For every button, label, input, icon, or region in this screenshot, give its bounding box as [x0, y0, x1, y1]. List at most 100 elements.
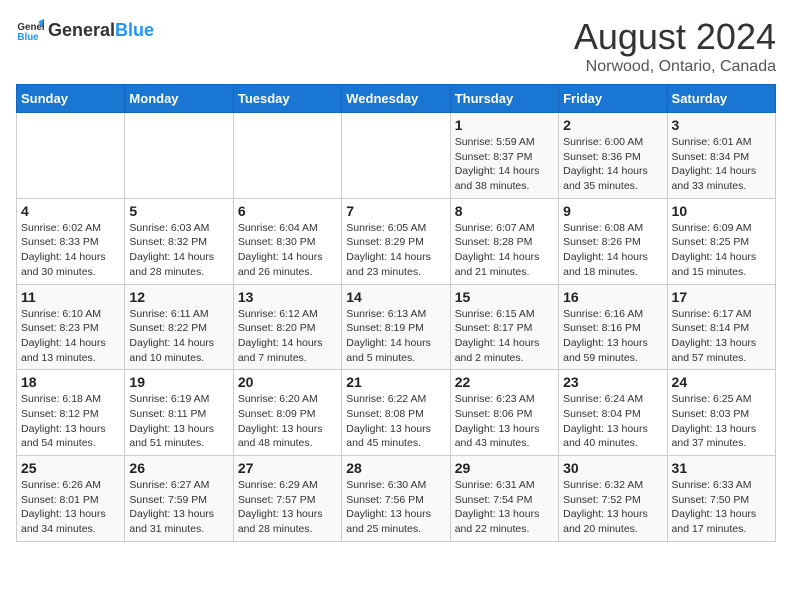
- day-info: Sunrise: 6:17 AM Sunset: 8:14 PM Dayligh…: [672, 307, 771, 366]
- day-info: Sunrise: 6:01 AM Sunset: 8:34 PM Dayligh…: [672, 135, 771, 194]
- day-number: 16: [563, 289, 662, 305]
- calendar-cell: 11 Sunrise: 6:10 AM Sunset: 8:23 PM Dayli…: [17, 284, 125, 370]
- day-info: Sunrise: 6:25 AM Sunset: 8:03 PM Dayligh…: [672, 392, 771, 451]
- day-info: Sunrise: 5:59 AM Sunset: 8:37 PM Dayligh…: [455, 135, 554, 194]
- day-info: Sunrise: 6:00 AM Sunset: 8:36 PM Dayligh…: [563, 135, 662, 194]
- header-day-tuesday: Tuesday: [233, 85, 341, 113]
- calendar-cell: 17 Sunrise: 6:17 AM Sunset: 8:14 PM Dayli…: [667, 284, 775, 370]
- calendar-cell: 22 Sunrise: 6:23 AM Sunset: 8:06 PM Dayli…: [450, 370, 558, 456]
- calendar-cell: 3Sunrise: 6:01 AM Sunset: 8:34 PM Daylig…: [667, 113, 775, 199]
- day-number: 19: [129, 374, 228, 390]
- day-info: Sunrise: 6:32 AM Sunset: 7:52 PM Dayligh…: [563, 478, 662, 537]
- title-area: August 2024 Norwood, Ontario, Canada: [574, 16, 776, 76]
- calendar-cell: 18Sunrise: 6:18 AM Sunset: 8:12 PM Dayli…: [17, 370, 125, 456]
- day-info: Sunrise: 6:02 AM Sunset: 8:33 PM Dayligh…: [21, 221, 120, 280]
- calendar-cell: 26 Sunrise: 6:27 AM Sunset: 7:59 PM Dayli…: [125, 456, 233, 542]
- day-number: 12: [129, 289, 228, 305]
- calendar-cell: 28Sunrise: 6:30 AM Sunset: 7:56 PM Dayli…: [342, 456, 450, 542]
- day-info: Sunrise: 6:27 AM Sunset: 7:59 PM Dayligh…: [129, 478, 228, 537]
- day-number: 21: [346, 374, 445, 390]
- calendar-cell: 13Sunrise: 6:12 AM Sunset: 8:20 PM Dayli…: [233, 284, 341, 370]
- calendar-cell: 6Sunrise: 6:04 AM Sunset: 8:30 PM Daylig…: [233, 198, 341, 284]
- day-info: Sunrise: 6:03 AM Sunset: 8:32 PM Dayligh…: [129, 221, 228, 280]
- logo-general-text: General: [48, 20, 115, 41]
- calendar-cell: 29Sunrise: 6:31 AM Sunset: 7:54 PM Dayli…: [450, 456, 558, 542]
- day-number: 10: [672, 203, 771, 219]
- calendar-cell: 16Sunrise: 6:16 AM Sunset: 8:16 PM Dayli…: [559, 284, 667, 370]
- week-row-3: 11 Sunrise: 6:10 AM Sunset: 8:23 PM Dayli…: [17, 284, 776, 370]
- logo-blue-text: Blue: [115, 20, 154, 41]
- calendar-cell: 12 Sunrise: 6:11 AM Sunset: 8:22 PM Dayli…: [125, 284, 233, 370]
- day-number: 24: [672, 374, 771, 390]
- day-number: 17: [672, 289, 771, 305]
- calendar-header: SundayMondayTuesdayWednesdayThursdayFrid…: [17, 85, 776, 113]
- day-number: 27: [238, 460, 337, 476]
- calendar-cell: 23Sunrise: 6:24 AM Sunset: 8:04 PM Dayli…: [559, 370, 667, 456]
- calendar-cell: 31 Sunrise: 6:33 AM Sunset: 7:50 PM Dayli…: [667, 456, 775, 542]
- header-row: SundayMondayTuesdayWednesdayThursdayFrid…: [17, 85, 776, 113]
- day-info: Sunrise: 6:08 AM Sunset: 8:26 PM Dayligh…: [563, 221, 662, 280]
- calendar-cell: [342, 113, 450, 199]
- logo: General Blue GeneralBlue: [16, 16, 154, 44]
- day-info: Sunrise: 6:18 AM Sunset: 8:12 PM Dayligh…: [21, 392, 120, 451]
- day-info: Sunrise: 6:33 AM Sunset: 7:50 PM Dayligh…: [672, 478, 771, 537]
- logo-icon: General Blue: [16, 16, 44, 44]
- day-number: 4: [21, 203, 120, 219]
- day-number: 15: [455, 289, 554, 305]
- calendar-cell: 8Sunrise: 6:07 AM Sunset: 8:28 PM Daylig…: [450, 198, 558, 284]
- week-row-2: 4 Sunrise: 6:02 AM Sunset: 8:33 PM Daylig…: [17, 198, 776, 284]
- day-number: 14: [346, 289, 445, 305]
- day-number: 20: [238, 374, 337, 390]
- week-row-4: 18Sunrise: 6:18 AM Sunset: 8:12 PM Dayli…: [17, 370, 776, 456]
- day-info: Sunrise: 6:09 AM Sunset: 8:25 PM Dayligh…: [672, 221, 771, 280]
- header-day-wednesday: Wednesday: [342, 85, 450, 113]
- day-info: Sunrise: 6:22 AM Sunset: 8:08 PM Dayligh…: [346, 392, 445, 451]
- calendar-table: SundayMondayTuesdayWednesdayThursdayFrid…: [16, 84, 776, 542]
- calendar-cell: 10 Sunrise: 6:09 AM Sunset: 8:25 PM Dayli…: [667, 198, 775, 284]
- calendar-cell: 27 Sunrise: 6:29 AM Sunset: 7:57 PM Dayli…: [233, 456, 341, 542]
- calendar-cell: 7 Sunrise: 6:05 AM Sunset: 8:29 PM Daylig…: [342, 198, 450, 284]
- page-subtitle: Norwood, Ontario, Canada: [574, 58, 776, 76]
- week-row-1: 1 Sunrise: 5:59 AM Sunset: 8:37 PM Daylig…: [17, 113, 776, 199]
- calendar-cell: 9Sunrise: 6:08 AM Sunset: 8:26 PM Daylig…: [559, 198, 667, 284]
- calendar-cell: [233, 113, 341, 199]
- calendar-cell: 2 Sunrise: 6:00 AM Sunset: 8:36 PM Daylig…: [559, 113, 667, 199]
- day-info: Sunrise: 6:15 AM Sunset: 8:17 PM Dayligh…: [455, 307, 554, 366]
- day-number: 31: [672, 460, 771, 476]
- day-number: 2: [563, 117, 662, 133]
- week-row-5: 25Sunrise: 6:26 AM Sunset: 8:01 PM Dayli…: [17, 456, 776, 542]
- day-number: 11: [21, 289, 120, 305]
- header-day-friday: Friday: [559, 85, 667, 113]
- day-info: Sunrise: 6:07 AM Sunset: 8:28 PM Dayligh…: [455, 221, 554, 280]
- calendar-cell: [125, 113, 233, 199]
- calendar-cell: 24 Sunrise: 6:25 AM Sunset: 8:03 PM Dayli…: [667, 370, 775, 456]
- day-number: 13: [238, 289, 337, 305]
- day-number: 5: [129, 203, 228, 219]
- calendar-cell: 14Sunrise: 6:13 AM Sunset: 8:19 PM Dayli…: [342, 284, 450, 370]
- day-info: Sunrise: 6:31 AM Sunset: 7:54 PM Dayligh…: [455, 478, 554, 537]
- calendar-cell: 30Sunrise: 6:32 AM Sunset: 7:52 PM Dayli…: [559, 456, 667, 542]
- day-info: Sunrise: 6:24 AM Sunset: 8:04 PM Dayligh…: [563, 392, 662, 451]
- calendar-cell: 19Sunrise: 6:19 AM Sunset: 8:11 PM Dayli…: [125, 370, 233, 456]
- header-day-sunday: Sunday: [17, 85, 125, 113]
- calendar-body: 1 Sunrise: 5:59 AM Sunset: 8:37 PM Daylig…: [17, 113, 776, 542]
- day-info: Sunrise: 6:11 AM Sunset: 8:22 PM Dayligh…: [129, 307, 228, 366]
- page-title: August 2024: [574, 16, 776, 58]
- day-number: 26: [129, 460, 228, 476]
- header: General Blue GeneralBlue August 2024 Nor…: [16, 16, 776, 76]
- day-info: Sunrise: 6:26 AM Sunset: 8:01 PM Dayligh…: [21, 478, 120, 537]
- day-info: Sunrise: 6:29 AM Sunset: 7:57 PM Dayligh…: [238, 478, 337, 537]
- svg-text:Blue: Blue: [17, 32, 39, 43]
- day-info: Sunrise: 6:10 AM Sunset: 8:23 PM Dayligh…: [21, 307, 120, 366]
- day-number: 6: [238, 203, 337, 219]
- day-number: 7: [346, 203, 445, 219]
- day-info: Sunrise: 6:23 AM Sunset: 8:06 PM Dayligh…: [455, 392, 554, 451]
- day-info: Sunrise: 6:05 AM Sunset: 8:29 PM Dayligh…: [346, 221, 445, 280]
- calendar-cell: 15 Sunrise: 6:15 AM Sunset: 8:17 PM Dayli…: [450, 284, 558, 370]
- day-number: 1: [455, 117, 554, 133]
- day-info: Sunrise: 6:20 AM Sunset: 8:09 PM Dayligh…: [238, 392, 337, 451]
- calendar-cell: 1 Sunrise: 5:59 AM Sunset: 8:37 PM Daylig…: [450, 113, 558, 199]
- day-info: Sunrise: 6:30 AM Sunset: 7:56 PM Dayligh…: [346, 478, 445, 537]
- calendar-cell: 21 Sunrise: 6:22 AM Sunset: 8:08 PM Dayli…: [342, 370, 450, 456]
- day-number: 22: [455, 374, 554, 390]
